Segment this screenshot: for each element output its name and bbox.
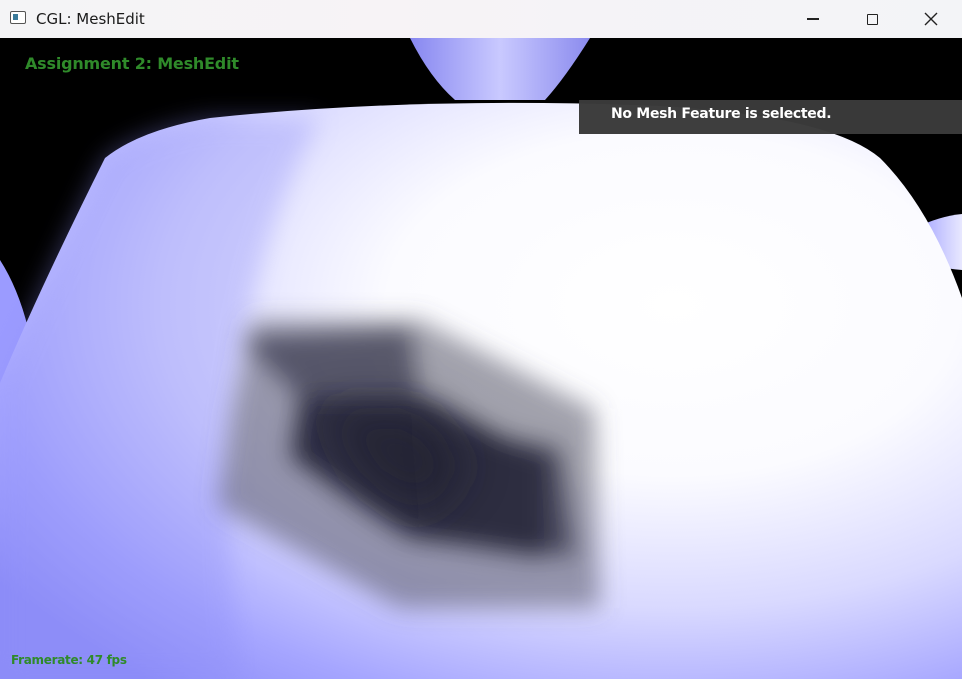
minimize-button[interactable] [790,0,836,38]
app-window: CGL: MeshEdit Assignment 2: MeshEdit No … [0,0,962,679]
maximize-button[interactable] [849,0,895,38]
maximize-icon [866,13,878,25]
teapot-lid-knob [410,38,590,100]
close-button[interactable] [908,0,954,38]
hud-title: Assignment 2: MeshEdit [25,54,239,73]
render-viewport[interactable]: Assignment 2: MeshEdit No Mesh Feature i… [0,38,962,679]
title-bar[interactable]: CGL: MeshEdit [0,0,962,38]
framerate-readout: Framerate: 47 fps [11,653,127,667]
status-panel: No Mesh Feature is selected. [579,100,962,134]
app-window-icon [10,11,26,24]
minimize-icon [807,18,819,20]
selection-status: No Mesh Feature is selected. [611,106,832,122]
close-icon [924,12,938,26]
window-title: CGL: MeshEdit [36,10,145,28]
mesh-canvas[interactable] [0,38,962,679]
